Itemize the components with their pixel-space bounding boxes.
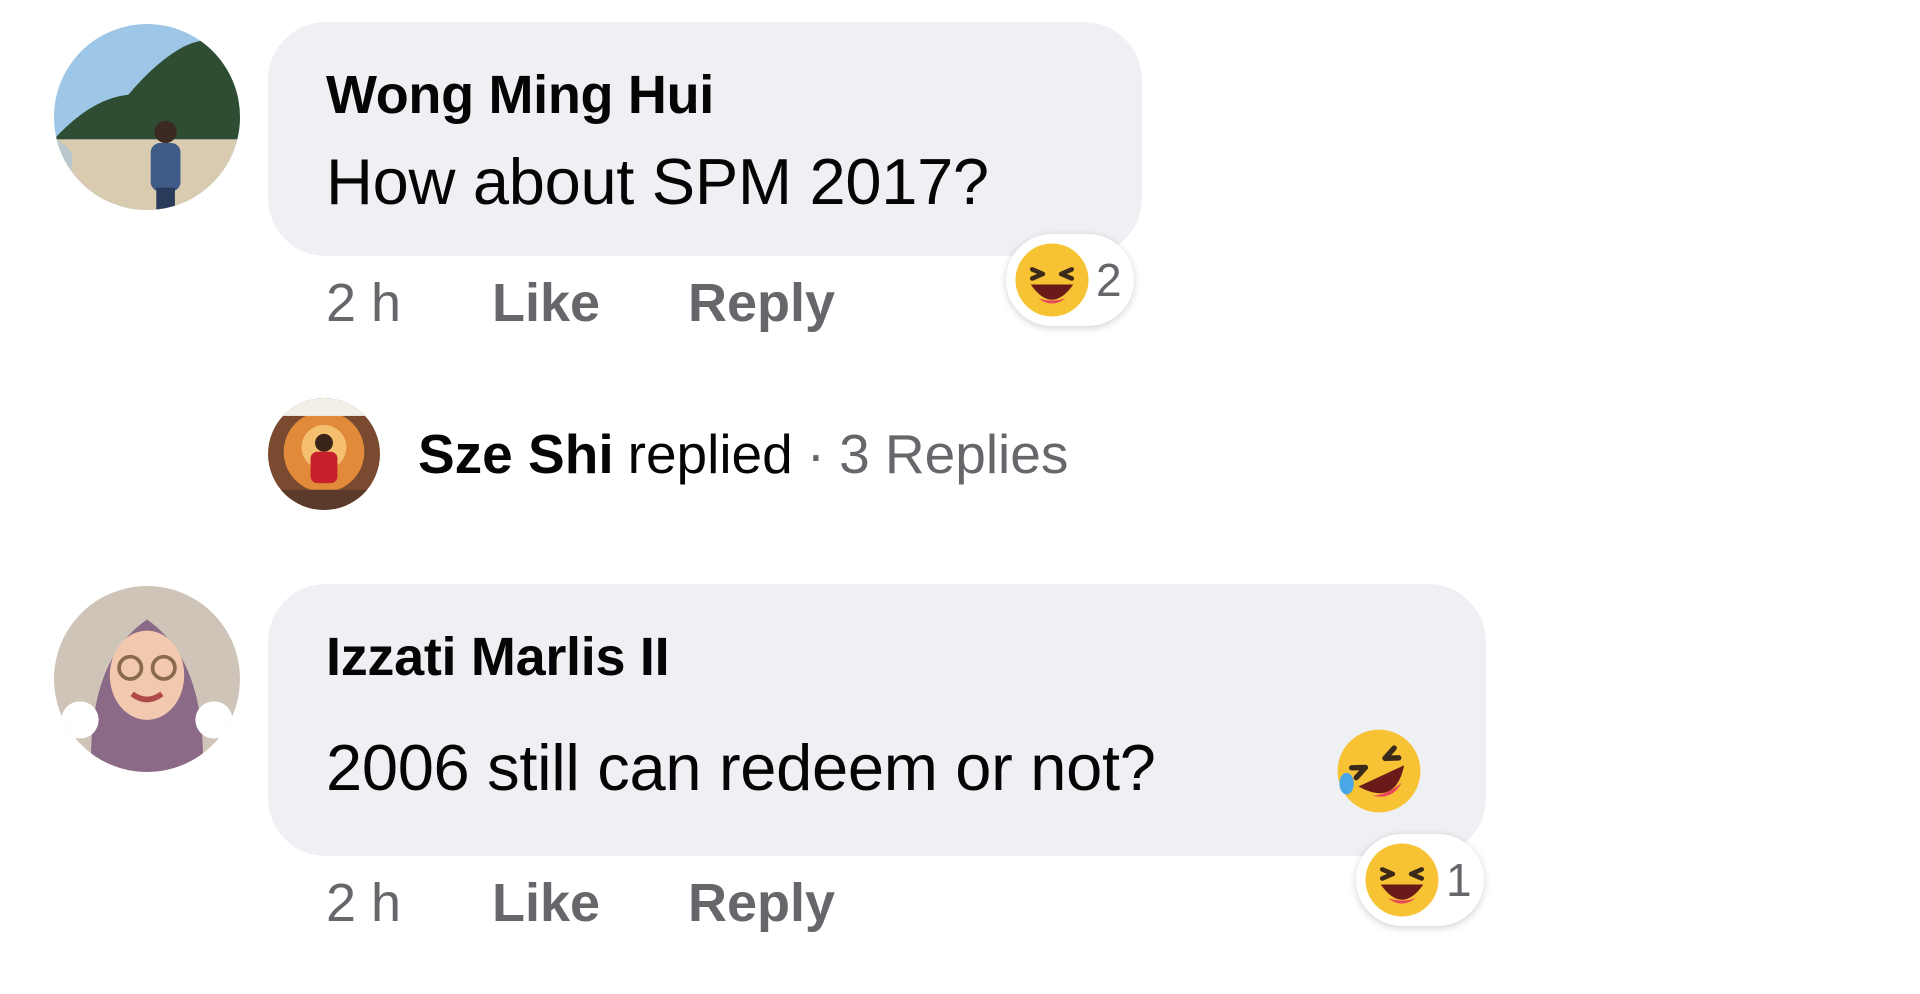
- avatar-wong-ming-hui[interactable]: [54, 24, 240, 210]
- reply-button[interactable]: Reply: [688, 872, 835, 934]
- comment-timestamp[interactable]: 2 h: [326, 272, 401, 334]
- laughing-face-icon: [1365, 843, 1439, 917]
- view-replies-link[interactable]: Sze Shi replied · 3 Replies: [418, 418, 1068, 490]
- laughing-face-icon: [1015, 243, 1089, 317]
- comment-text: 2006 still can redeem or not?: [326, 731, 1156, 804]
- replier-name: Sze Shi: [418, 423, 614, 485]
- comment-bubble: [268, 584, 1486, 856]
- reaction-count: 2: [1096, 254, 1122, 306]
- comment-bubble: [268, 22, 1142, 256]
- comment-timestamp[interactable]: 2 h: [326, 872, 401, 934]
- person-photo-avatar-icon: [268, 398, 380, 510]
- beach-photo-avatar-icon: [54, 24, 240, 210]
- replied-label: replied: [627, 423, 793, 485]
- comment-author[interactable]: Izzati Marlis II: [326, 626, 670, 688]
- reaction-badge[interactable]: 2: [1006, 234, 1134, 326]
- comments-thread: Wong Ming Hui How about SPM 2017? 2 h Li…: [0, 0, 1920, 994]
- replies-count: 3 Replies: [839, 423, 1069, 485]
- person-photo-avatar-icon: [54, 586, 240, 772]
- like-button[interactable]: Like: [492, 872, 600, 934]
- avatar-izzati-marlis[interactable]: [54, 586, 240, 772]
- reply-button[interactable]: Reply: [688, 272, 835, 334]
- like-button[interactable]: Like: [492, 272, 600, 334]
- reaction-count: 1: [1446, 854, 1472, 906]
- comment-author[interactable]: Wong Ming Hui: [326, 64, 714, 126]
- reaction-badge[interactable]: 1: [1356, 834, 1484, 926]
- rofl-emoji-icon: [1337, 729, 1421, 813]
- separator-dot: ·: [806, 423, 826, 485]
- comment-text: How about SPM 2017?: [326, 145, 989, 218]
- avatar-sze-shi[interactable]: [268, 398, 380, 510]
